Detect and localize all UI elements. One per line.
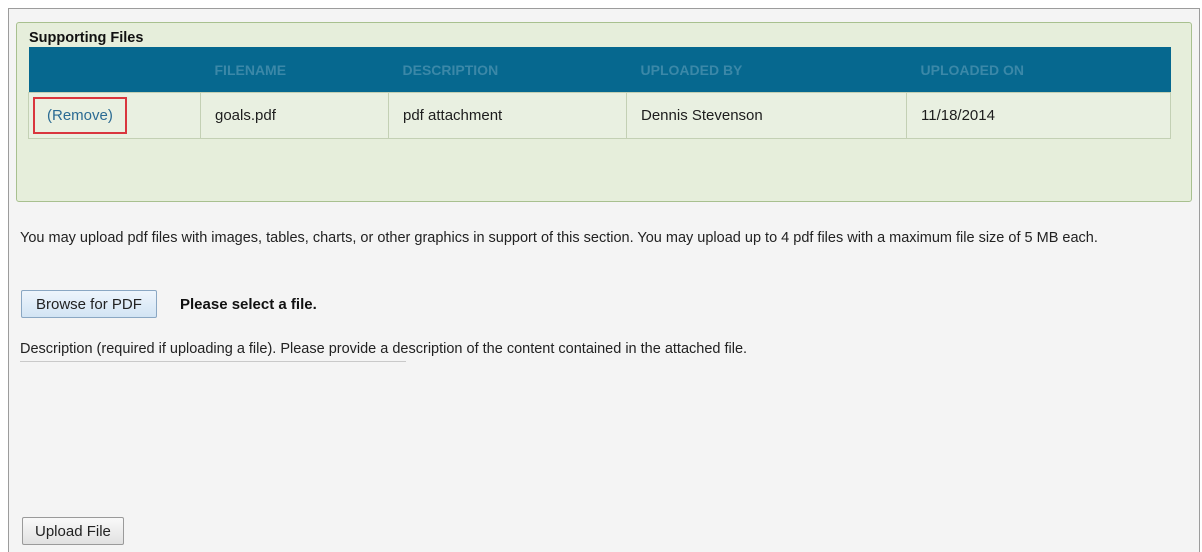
column-header-uploaded-on: UPLOADED ON bbox=[906, 47, 1171, 93]
column-header-description: DESCRIPTION bbox=[388, 47, 627, 93]
supporting-files-table: FILENAME DESCRIPTION UPLOADED BY UPLOADE… bbox=[28, 47, 1171, 139]
column-header-uploaded-by: UPLOADED BY bbox=[626, 47, 907, 93]
action-cell: (Remove) bbox=[28, 92, 201, 139]
column-header-filename: FILENAME bbox=[200, 47, 389, 93]
table-row: (Remove) goals.pdf pdf attachment Dennis… bbox=[28, 92, 1171, 139]
table-header-row: FILENAME DESCRIPTION UPLOADED BY UPLOADE… bbox=[28, 47, 1171, 93]
filename-cell: goals.pdf bbox=[200, 92, 389, 139]
description-cell: pdf attachment bbox=[388, 92, 627, 139]
uploaded-by-cell: Dennis Stevenson bbox=[626, 92, 907, 139]
browse-for-pdf-button[interactable]: Browse for PDF bbox=[21, 290, 157, 318]
column-header-action bbox=[28, 47, 201, 93]
description-field-underline bbox=[20, 361, 406, 362]
upload-file-button[interactable]: Upload File bbox=[22, 517, 124, 545]
remove-link[interactable]: (Remove) bbox=[33, 97, 127, 134]
uploaded-on-cell: 11/18/2014 bbox=[906, 92, 1171, 139]
upload-help-text: You may upload pdf files with images, ta… bbox=[20, 230, 1098, 246]
supporting-files-title: Supporting Files bbox=[29, 30, 144, 46]
file-selection-status: Please select a file. bbox=[180, 296, 317, 313]
description-label: Description (required if uploading a fil… bbox=[20, 341, 748, 357]
